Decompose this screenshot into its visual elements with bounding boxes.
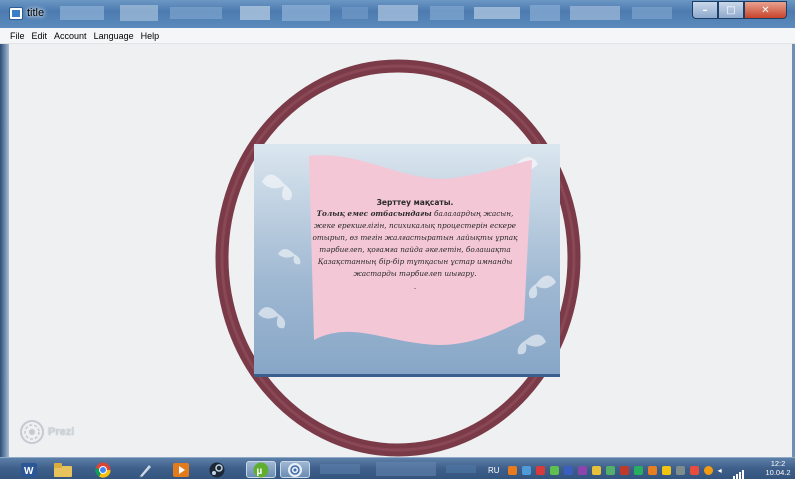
tray-app-icon[interactable] (577, 465, 587, 475)
svg-text:W: W (24, 466, 34, 477)
tray-app-icon[interactable] (647, 465, 657, 475)
tray-app-icon[interactable] (619, 465, 629, 475)
tray-app-icon[interactable] (689, 465, 699, 475)
window-title: title (27, 7, 45, 19)
slide-body-text: балалардың жасын, жеке ерекшелігін, псих… (312, 209, 518, 279)
app-icon (9, 7, 23, 20)
slide-trailing-dot: . (413, 281, 417, 291)
prezi-logo-text: Prezi (48, 426, 75, 438)
language-indicator[interactable]: RU (488, 466, 500, 475)
file-explorer-icon[interactable] (48, 461, 78, 478)
prezi-logo: Prezi (19, 419, 74, 445)
close-button[interactable]: ✕ (744, 1, 787, 19)
utorrent-icon[interactable]: µ (246, 461, 276, 478)
window-titlebar[interactable]: title – □ ✕ (0, 0, 795, 28)
menu-bar: File Edit Account Language Help (0, 28, 795, 44)
tray-app-icon[interactable] (591, 465, 601, 475)
clock-time: 12:2 (770, 459, 786, 468)
tray-app-icon[interactable] (521, 465, 531, 475)
tray-app-icon[interactable] (549, 465, 559, 475)
window-left-border (0, 44, 9, 457)
menu-account[interactable]: Account (54, 31, 87, 41)
taskbar: W µ RU ◂ 12:2 10.04.2 (0, 457, 795, 479)
tray-app-icon[interactable] (703, 465, 713, 475)
word-icon[interactable]: W (14, 461, 44, 478)
maximize-button[interactable]: □ (718, 1, 744, 19)
pen-icon[interactable] (130, 461, 160, 478)
slide-text: Зерттеу мақсаты. Толық емес отбасындағы … (307, 198, 523, 293)
slide-card[interactable]: Зерттеу мақсаты. Толық емес отбасындағы … (254, 144, 560, 377)
tray-app-icon[interactable] (535, 465, 545, 475)
network-icon[interactable] (732, 466, 745, 479)
tray-app-icon[interactable] (661, 465, 671, 475)
tray-app-icon[interactable] (563, 465, 573, 475)
window-controls: – □ ✕ (692, 1, 787, 19)
prezi-icon[interactable] (280, 461, 310, 478)
menu-file[interactable]: File (10, 31, 25, 41)
media-player-icon[interactable] (166, 461, 196, 478)
menu-edit[interactable]: Edit (32, 31, 48, 41)
tray-app-icon[interactable] (675, 465, 685, 475)
clock[interactable]: 12:2 10.04.2 (760, 459, 795, 477)
slide-heading: Зерттеу мақсаты. (376, 198, 454, 207)
volume-icon[interactable]: ◂ (718, 466, 728, 475)
slide-body-bold: Толық емес отбасындағы (316, 209, 432, 218)
minimize-button[interactable]: – (692, 1, 718, 19)
svg-text:µ: µ (257, 466, 263, 477)
tray-app-icon[interactable] (507, 465, 517, 475)
prezi-logo-icon (20, 420, 44, 444)
steam-icon[interactable] (202, 461, 232, 478)
titlebar-background-thumbnails (60, 5, 672, 21)
clock-date: 10.04.2 (765, 468, 791, 477)
tray-app-icon[interactable] (605, 465, 615, 475)
slide-body: Толық емес отбасындағы балалардың жасын,… (307, 208, 523, 281)
chrome-icon[interactable] (88, 461, 118, 478)
menu-help[interactable]: Help (141, 31, 160, 41)
system-tray: RU ◂ (488, 463, 750, 479)
taskbar-background-thumbnails (320, 462, 476, 476)
tray-app-icon[interactable] (633, 465, 643, 475)
menu-language[interactable]: Language (94, 31, 134, 41)
presentation-canvas[interactable]: Зерттеу мақсаты. Толық емес отбасындағы … (9, 44, 792, 457)
